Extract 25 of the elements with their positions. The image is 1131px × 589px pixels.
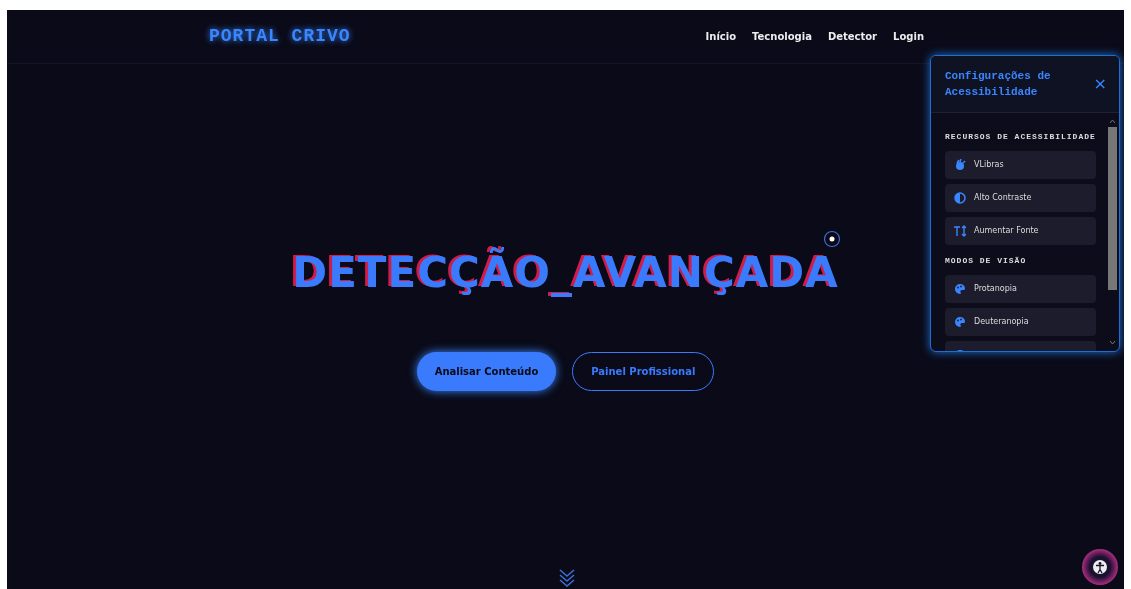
- accessibility-option[interactable]: Protanopia: [945, 275, 1096, 303]
- palette-icon: [954, 283, 966, 295]
- font-size-icon: [954, 225, 966, 237]
- site-logo[interactable]: PORTAL CRIVO: [209, 23, 351, 50]
- close-button[interactable]: ×: [1093, 72, 1107, 96]
- accessibility-option[interactable]: Aumentar Fonte: [945, 217, 1096, 245]
- nav-link[interactable]: Início: [705, 29, 737, 44]
- analyze-button[interactable]: Analisar Conteúdo: [416, 352, 557, 392]
- scrollbar[interactable]: [1108, 117, 1117, 347]
- chevron-down-icon[interactable]: [558, 567, 576, 587]
- nav-link[interactable]: Login: [893, 29, 924, 44]
- section-heading: RECURSOS DE ACESSIBILIDADE: [945, 131, 1095, 143]
- hero-title: DETECÇÃO_AVANÇADA: [292, 248, 839, 299]
- panel-title: Configurações de Acessibilidade: [945, 69, 1052, 100]
- palette-icon: [954, 316, 966, 328]
- accessibility-option[interactable]: VLibras: [945, 151, 1096, 179]
- nav-link[interactable]: Detector: [827, 29, 878, 44]
- nav-link[interactable]: Tecnologia: [752, 29, 812, 44]
- contrast-icon: [954, 192, 966, 204]
- cursor-icon: [823, 230, 841, 248]
- accessibility-option[interactable]: Deuteranopia: [945, 308, 1096, 336]
- hand-icon: [954, 159, 966, 171]
- section-heading: MODOS DE VISÃO: [945, 255, 1028, 267]
- accessibility-option[interactable]: Alto Contraste: [945, 184, 1096, 212]
- accessibility-button[interactable]: [1082, 549, 1118, 585]
